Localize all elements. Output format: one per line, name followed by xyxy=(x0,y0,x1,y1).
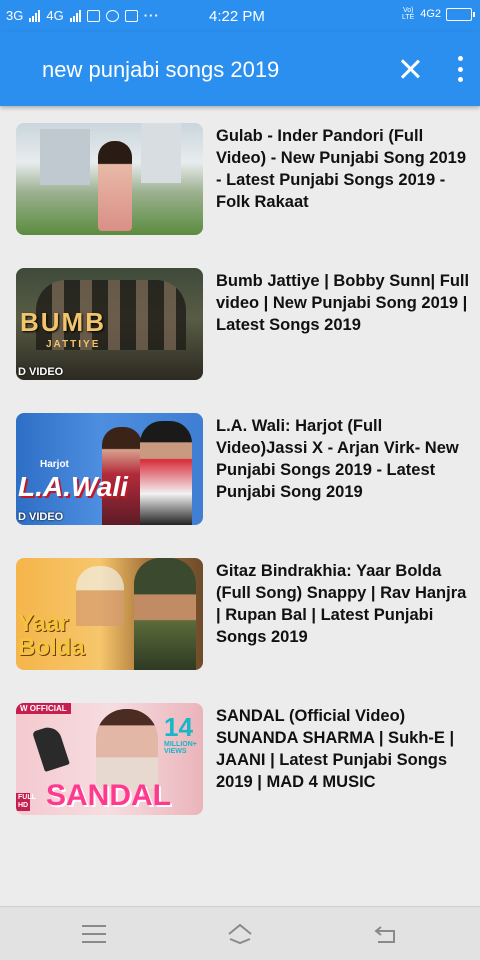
video-title[interactable]: SANDAL (Official Video) SUNANDA SHARMA |… xyxy=(216,705,471,793)
list-item[interactable]: Yaar Bolda Gitaz Bindrakhia: Yaar Bolda … xyxy=(0,558,480,676)
video-thumbnail[interactable]: Harjot L.A.Wali D VIDEO xyxy=(16,413,203,525)
search-query[interactable]: new punjabi songs 2019 xyxy=(42,57,279,83)
video-thumbnail[interactable]: W OFFICIAL 14 MILLION+ VIEWS FULL HD SAN… xyxy=(16,703,203,815)
thumbnail-figure xyxy=(98,141,132,231)
thumbnail-overlay-sub: JATTIYE xyxy=(46,339,101,350)
message-icon xyxy=(86,9,100,22)
thumbnail-figure xyxy=(96,709,158,789)
battery-icon xyxy=(446,7,475,21)
hd-video-badge: D VIDEO xyxy=(18,366,64,378)
home-icon[interactable] xyxy=(226,921,254,947)
video-title[interactable]: L.A. Wali: Harjot (Full Video)Jassi X - … xyxy=(216,415,471,503)
network-label: 4G2 xyxy=(420,8,441,20)
thumbnail-overlay-text: Yaar Bolda xyxy=(18,610,85,661)
thumbnail-figure xyxy=(134,558,196,670)
video-title[interactable]: Bumb Jattiye | Bobby Sunn| Full video | … xyxy=(216,270,471,336)
thumbnail-overlay-text: SANDAL xyxy=(46,779,171,812)
volte-label: Vo) LTE xyxy=(402,7,415,21)
signal-icon xyxy=(29,9,41,22)
video-thumbnail[interactable]: BUMB JATTIYE D VIDEO xyxy=(16,268,203,380)
bag-icon xyxy=(124,9,138,22)
status-time: 4:22 PM xyxy=(209,8,265,25)
thumbnail-overlay-text: BUMB xyxy=(20,307,106,337)
signal-label-4g: 4G xyxy=(46,8,64,23)
video-title[interactable]: Gulab - Inder Pandori (Full Video) - New… xyxy=(216,125,471,213)
signal-label-3g: 3G xyxy=(6,8,24,23)
views-number: 14 xyxy=(164,712,193,742)
list-item[interactable]: BUMB JATTIYE D VIDEO Bumb Jattiye | Bobb… xyxy=(0,268,480,386)
app-bar: new punjabi songs 2019 xyxy=(0,32,480,106)
full-hd-tag: FULL HD xyxy=(16,793,36,811)
official-tag: W OFFICIAL xyxy=(16,703,71,714)
video-thumbnail[interactable]: Yaar Bolda xyxy=(16,558,203,670)
status-right: Vo) LTE 4G2 xyxy=(401,7,475,21)
thumbnail-building xyxy=(40,129,90,185)
menu-icon[interactable] xyxy=(80,921,108,947)
status-left: 3G 4G ··· xyxy=(6,8,160,23)
thumbnail-figure xyxy=(140,421,192,525)
thumbnail-artist-tag: Harjot xyxy=(40,459,69,470)
more-dots-icon: ··· xyxy=(143,8,160,23)
thumbnail-building xyxy=(141,123,181,183)
status-bar: 3G 4G ··· 4:22 PM Vo) LTE 4G2 xyxy=(0,0,480,32)
video-title[interactable]: Gitaz Bindrakhia: Yaar Bolda (Full Song)… xyxy=(216,560,471,648)
views-label: MILLION+ VIEWS xyxy=(164,741,197,755)
thumbnail-shoe xyxy=(32,724,70,772)
back-icon[interactable] xyxy=(372,921,400,947)
close-icon[interactable] xyxy=(393,52,427,86)
system-nav-bar xyxy=(0,906,480,960)
more-vertical-icon[interactable] xyxy=(450,56,470,82)
list-item[interactable]: Gulab - Inder Pandori (Full Video) - New… xyxy=(0,123,480,241)
thumbnail-overlay-text: L.A.Wali xyxy=(18,471,128,502)
signal-icon xyxy=(69,9,81,22)
hd-video-badge: D VIDEO xyxy=(18,511,64,523)
chat-icon xyxy=(105,9,119,22)
list-item[interactable]: Harjot L.A.Wali D VIDEO L.A. Wali: Harjo… xyxy=(0,413,480,531)
video-thumbnail[interactable] xyxy=(16,123,203,235)
list-item[interactable]: W OFFICIAL 14 MILLION+ VIEWS FULL HD SAN… xyxy=(0,703,480,821)
